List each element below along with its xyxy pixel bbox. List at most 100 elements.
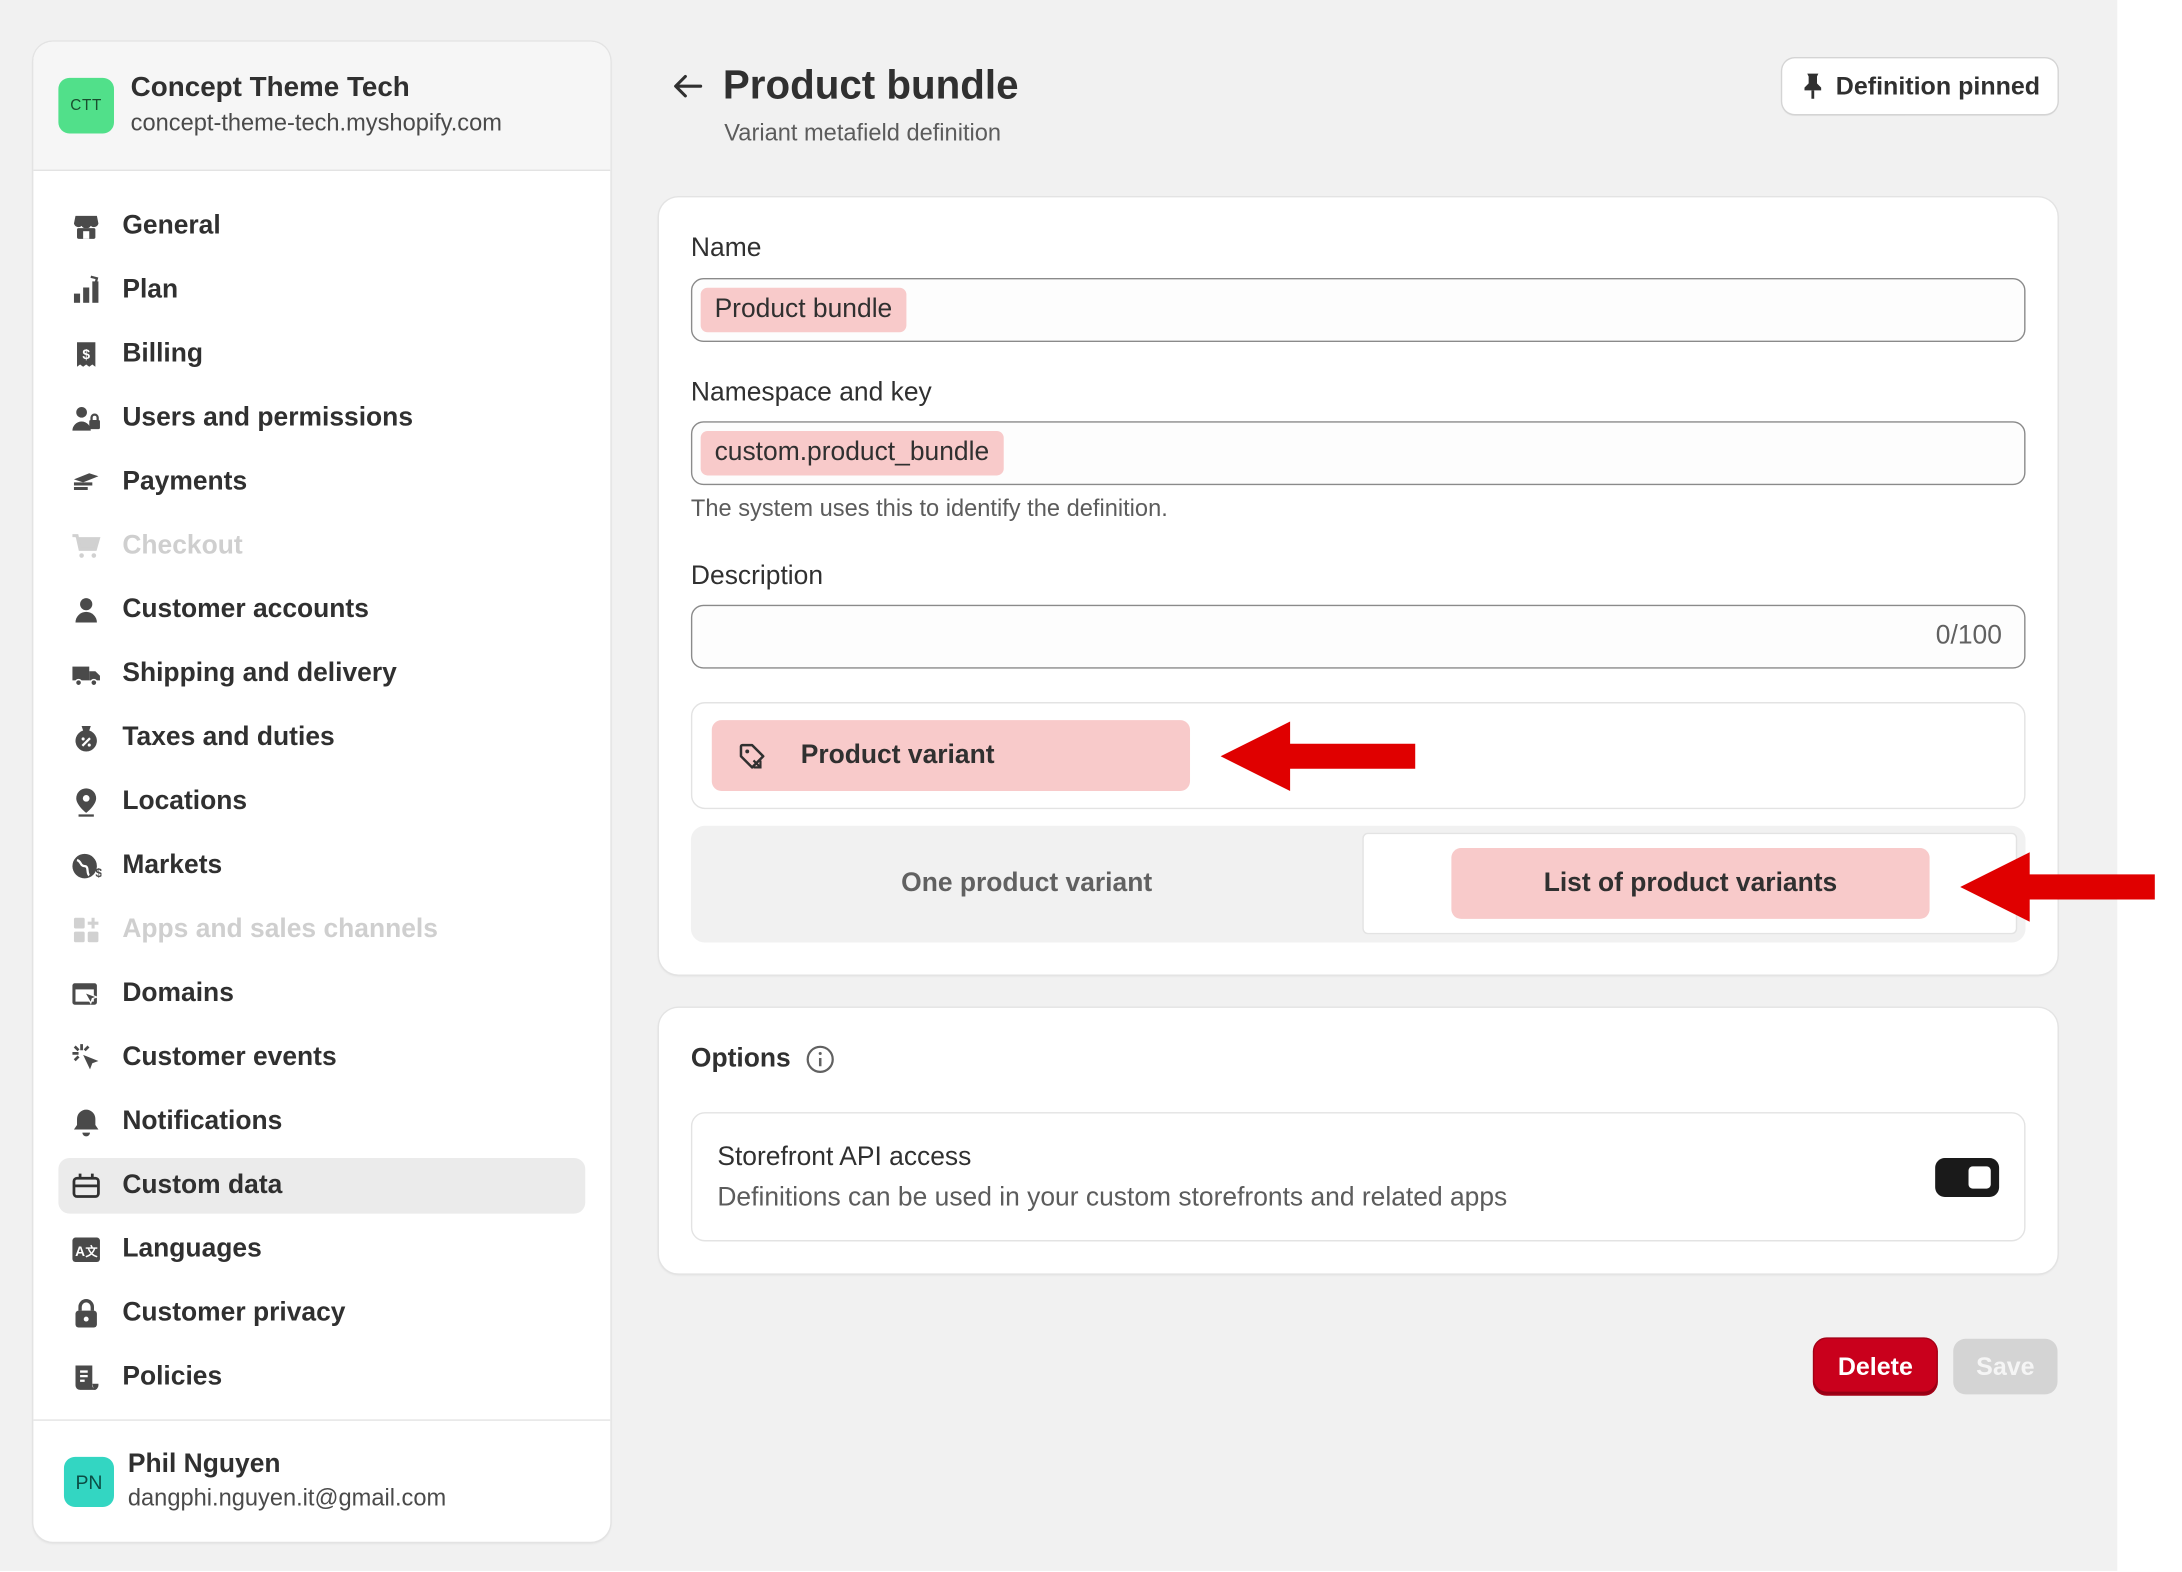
- options-card: Options Storefront API access Definition…: [658, 1007, 2058, 1274]
- sidebar-item-notifications[interactable]: Notifications: [58, 1094, 585, 1150]
- taxes-icon: [70, 722, 103, 755]
- namespace-label: Namespace and key: [690, 378, 932, 408]
- sidebar-item-payments[interactable]: Payments: [58, 455, 585, 511]
- sidebar-item-label: Domains: [122, 978, 234, 1008]
- info-icon[interactable]: [805, 1044, 836, 1075]
- billing-icon: $: [70, 338, 103, 371]
- name-field[interactable]: Product bundle: [690, 278, 2026, 342]
- sidebar-item-general[interactable]: General: [58, 199, 585, 255]
- page-subtitle: Variant metafield definition: [724, 119, 1002, 146]
- name-value: Product bundle: [700, 287, 907, 333]
- sidebar-item-label: Shipping and delivery: [122, 658, 397, 689]
- custom-data-icon: [70, 1169, 103, 1202]
- sidebar-item-apps[interactable]: Apps and sales channels: [58, 902, 585, 958]
- sidebar-item-markets[interactable]: $ Markets: [58, 838, 585, 894]
- save-button[interactable]: Save: [1953, 1338, 2058, 1395]
- storefront-api-toggle[interactable]: [1935, 1158, 2000, 1197]
- sidebar-item-label: Customer accounts: [122, 595, 369, 625]
- sidebar-item-label: General: [122, 211, 221, 241]
- back-arrow-icon[interactable]: [670, 70, 706, 103]
- list-option-label: List of product variants: [1451, 848, 1930, 919]
- annotation-arrow-icon: [1220, 721, 1416, 792]
- store-avatar: CTT: [58, 77, 114, 134]
- sidebar-item-label: Plan: [122, 275, 179, 305]
- sidebar-item-label: Locations: [122, 786, 248, 817]
- payments-icon: [70, 466, 103, 499]
- definition-pinned-button[interactable]: Definition pinned: [1782, 58, 2058, 114]
- sidebar-item-taxes[interactable]: Taxes and duties: [58, 710, 585, 766]
- storefront-api-title: Storefront API access: [717, 1142, 972, 1172]
- storefront-api-description: Definitions can be used in your custom s…: [717, 1183, 1508, 1213]
- store-switcher[interactable]: CTT Concept Theme Tech concept-theme-tec…: [33, 41, 611, 171]
- sidebar-item-domains[interactable]: Domains: [58, 966, 585, 1022]
- sidebar-item-customer-accounts[interactable]: Customer accounts: [58, 582, 585, 638]
- description-field[interactable]: 0/100: [690, 604, 2026, 669]
- page-title: Product bundle: [722, 63, 1019, 109]
- sidebar-item-users[interactable]: Users and permissions: [58, 391, 585, 447]
- language-icon: A文: [70, 1233, 103, 1266]
- location-icon: [70, 785, 103, 818]
- sidebar-item-checkout[interactable]: Checkout: [58, 519, 585, 575]
- person-icon: [70, 594, 103, 627]
- pin-icon: [1803, 73, 1821, 99]
- sidebar-item-policies[interactable]: Policies: [58, 1350, 585, 1406]
- cart-icon: [70, 530, 103, 563]
- domains-icon: [70, 977, 103, 1010]
- sidebar-item-shipping[interactable]: Shipping and delivery: [58, 646, 585, 702]
- type-label: Product variant: [800, 740, 995, 770]
- one-product-variant-option[interactable]: One product variant: [691, 826, 1362, 943]
- apps-icon: [70, 913, 103, 946]
- sidebar-item-label: Users and permissions: [122, 403, 414, 433]
- name-label: Name: [690, 233, 762, 263]
- sidebar-item-languages[interactable]: A文 Languages: [58, 1222, 585, 1278]
- variant-tag-icon: [739, 743, 765, 768]
- cursor-icon: [70, 1041, 103, 1074]
- options-title: Options: [690, 1044, 791, 1074]
- sidebar-item-label: Checkout: [122, 531, 243, 561]
- sidebar-item-custom-data[interactable]: Custom data: [58, 1158, 586, 1214]
- sidebar-item-label: Billing: [122, 339, 204, 369]
- settings-nav: General Plan $ Billing Users and permiss…: [33, 171, 610, 1405]
- sidebar-item-billing[interactable]: $ Billing: [58, 327, 585, 383]
- sidebar-item-label: Customer events: [122, 1042, 337, 1072]
- sidebar-item-label: Apps and sales channels: [122, 914, 438, 944]
- svg-text:$: $: [82, 347, 90, 362]
- definition-card: Name Product bundle Namespace and key cu…: [658, 197, 2058, 975]
- delete-button[interactable]: Delete: [1814, 1338, 1937, 1395]
- sidebar-item-label: Notifications: [122, 1106, 283, 1136]
- sidebar-item-label: Custom data: [122, 1170, 283, 1200]
- namespace-key-field[interactable]: custom.product_bundle: [690, 421, 2026, 486]
- options-heading: Options: [691, 1043, 835, 1076]
- namespace-help-text: The system uses this to identify the def…: [690, 494, 1168, 522]
- store-name: Concept Theme Tech: [130, 72, 410, 103]
- description-char-count: 0/100: [1935, 621, 2002, 651]
- sidebar-item-customer-events[interactable]: Customer events: [58, 1030, 585, 1086]
- svg-text:A: A: [75, 1244, 85, 1259]
- storefront-api-access-row: Storefront API access Definitions can be…: [690, 1112, 2026, 1242]
- type-product-variant[interactable]: Product variant: [711, 720, 1191, 792]
- plan-icon: [70, 274, 103, 307]
- pin-button-label: Definition pinned: [1835, 71, 2041, 100]
- sidebar-item-label: Languages: [122, 1234, 262, 1264]
- svg-text:文: 文: [85, 1244, 98, 1259]
- user-account[interactable]: PN Phil Nguyen dangphi.nguyen.it@gmail.c…: [33, 1419, 611, 1541]
- avatar: PN: [63, 1456, 114, 1507]
- globe-icon: $: [70, 849, 103, 882]
- sidebar-item-locations[interactable]: Locations: [58, 774, 585, 830]
- users-icon: [70, 402, 103, 435]
- sidebar-item-label: Taxes and duties: [122, 722, 335, 753]
- truck-icon: [70, 658, 103, 691]
- list-product-variants-option[interactable]: List of product variants: [1362, 832, 2018, 935]
- sidebar-item-plan[interactable]: Plan: [58, 263, 585, 319]
- user-name: Phil Nguyen: [127, 1449, 281, 1479]
- settings-sidebar: CTT Concept Theme Tech concept-theme-tec…: [33, 41, 611, 1542]
- policies-icon: [70, 1361, 103, 1394]
- user-email: dangphi.nguyen.it@gmail.com: [127, 1484, 447, 1511]
- sidebar-item-customer-privacy[interactable]: Customer privacy: [58, 1286, 585, 1342]
- bell-icon: [70, 1105, 103, 1138]
- store-url: concept-theme-tech.myshopify.com: [130, 109, 502, 137]
- toggle-knob: [1968, 1166, 1991, 1189]
- variant-count-toggle: One product variant List of product vari…: [690, 825, 2026, 943]
- sidebar-item-label: Policies: [122, 1362, 223, 1392]
- description-label: Description: [690, 561, 824, 591]
